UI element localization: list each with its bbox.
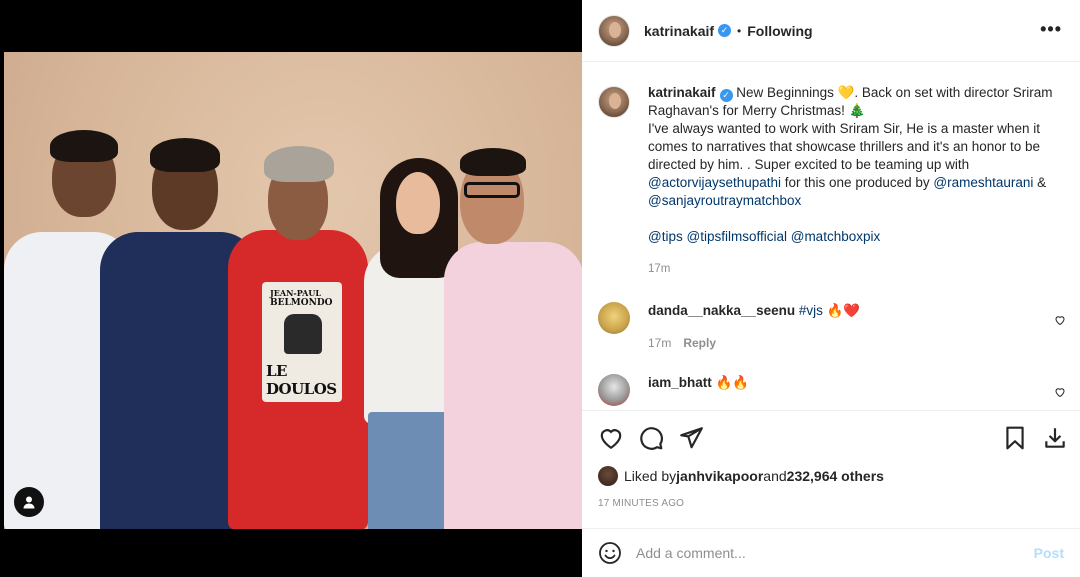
share-icon[interactable] [678, 425, 704, 451]
mention-sanjay[interactable]: @sanjayroutraymatchbox [648, 193, 801, 208]
post-media[interactable]: JEAN-PAUL BELMONDO LE DOULOS [0, 0, 582, 577]
comment-composer: Post [582, 528, 1080, 577]
commenter-avatar[interactable] [598, 302, 630, 334]
caption-time[interactable]: 17m [648, 260, 1068, 278]
commenter-avatar[interactable] [598, 374, 630, 406]
emoji-icon[interactable] [598, 541, 622, 565]
comment-time[interactable]: 17m [648, 336, 671, 350]
likes-count[interactable]: 232,964 others [787, 468, 884, 484]
caption-avatar[interactable] [598, 86, 630, 118]
tagged-users-icon[interactable] [14, 487, 44, 517]
author-username[interactable]: katrinakaif [644, 23, 714, 39]
shirt-text-2: BELMONDO [270, 298, 333, 308]
comment-input[interactable] [636, 545, 1016, 561]
like-comment-icon[interactable] [1054, 386, 1066, 398]
likes-prefix: Liked by [624, 468, 677, 484]
glasses [464, 182, 520, 198]
mention-tips[interactable]: @tips [648, 229, 683, 244]
shirt-text-1: JEAN-PAUL [270, 288, 321, 298]
caption: katrinakaif ✓ New Beginnings 💛. Back on s… [598, 84, 1068, 278]
post-header: katrinakaif ✓ • Following ••• [582, 0, 1080, 62]
post-photo[interactable]: JEAN-PAUL BELMONDO LE DOULOS [4, 52, 582, 529]
like-heart-icon[interactable] [598, 425, 624, 451]
action-bar [582, 410, 1080, 462]
likes-and: and [763, 468, 787, 484]
shirt-print: JEAN-PAUL BELMONDO LE DOULOS [262, 282, 342, 402]
caption-text: katrinakaif ✓ New Beginnings 💛. Back on s… [648, 84, 1068, 278]
post-timestamp[interactable]: 17 MINUTES AGO [598, 498, 684, 509]
more-options-icon[interactable]: ••• [1040, 20, 1062, 38]
liker-avatar[interactable] [598, 466, 618, 486]
comment-text: iam_bhatt 🔥🔥 [648, 374, 1068, 392]
post-comment-button[interactable]: Post [1034, 545, 1064, 561]
shirt-text-3: LE DOULOS [266, 362, 337, 398]
mention-matchbox[interactable]: @matchboxpix [791, 229, 881, 244]
liker-username[interactable]: janhvikapoor [676, 468, 763, 484]
mention-tipsfilms[interactable]: @tipsfilmsofficial [686, 229, 786, 244]
comment-bubble-icon[interactable] [638, 425, 664, 451]
commenter-username[interactable]: iam_bhatt [648, 375, 712, 390]
comments-section[interactable]: katrinakaif ✓ New Beginnings 💛. Back on s… [582, 62, 1080, 410]
shirt-figure [284, 314, 322, 354]
caption-author[interactable]: katrinakaif [648, 85, 716, 100]
likes-summary: Liked by janhvikapoor and 232,964 others [598, 466, 884, 486]
reply-button[interactable]: Reply [683, 336, 716, 350]
following-button[interactable]: Following [747, 23, 812, 39]
author-avatar[interactable] [598, 14, 630, 47]
hashtag-link[interactable]: #vjs [799, 303, 823, 318]
verified-icon: ✓ [719, 89, 733, 102]
mention-ramesh[interactable]: @rameshtaurani [933, 175, 1033, 190]
verified-icon: ✓ [718, 24, 732, 37]
caption-amp: & [1033, 175, 1047, 190]
caption-line-2: I've always wanted to work with Sriram S… [648, 121, 1041, 172]
commenter-username[interactable]: danda__nakka__seenu [648, 303, 795, 318]
comment-meta: 17m Reply [648, 336, 1068, 350]
caption-mid: for this one produced by [781, 175, 934, 190]
media-top-strip [0, 0, 582, 52]
mention-vijay[interactable]: @actorvijaysethupathi [648, 175, 781, 190]
post-panel: katrinakaif ✓ • Following ••• katrinakai… [582, 0, 1080, 577]
comment-item: danda__nakka__seenu #vjs 🔥❤️ 17m Reply [598, 302, 1068, 350]
comment-emoji: 🔥❤️ [822, 303, 861, 318]
comment-emoji: 🔥🔥 [711, 375, 750, 390]
bookmark-icon[interactable] [1002, 425, 1028, 451]
comment-text: danda__nakka__seenu #vjs 🔥❤️ [648, 302, 1068, 320]
download-icon[interactable] [1042, 425, 1068, 451]
separator-dot: • [737, 23, 742, 38]
comment-item: iam_bhatt 🔥🔥 [598, 374, 1068, 406]
like-comment-icon[interactable] [1054, 314, 1066, 326]
